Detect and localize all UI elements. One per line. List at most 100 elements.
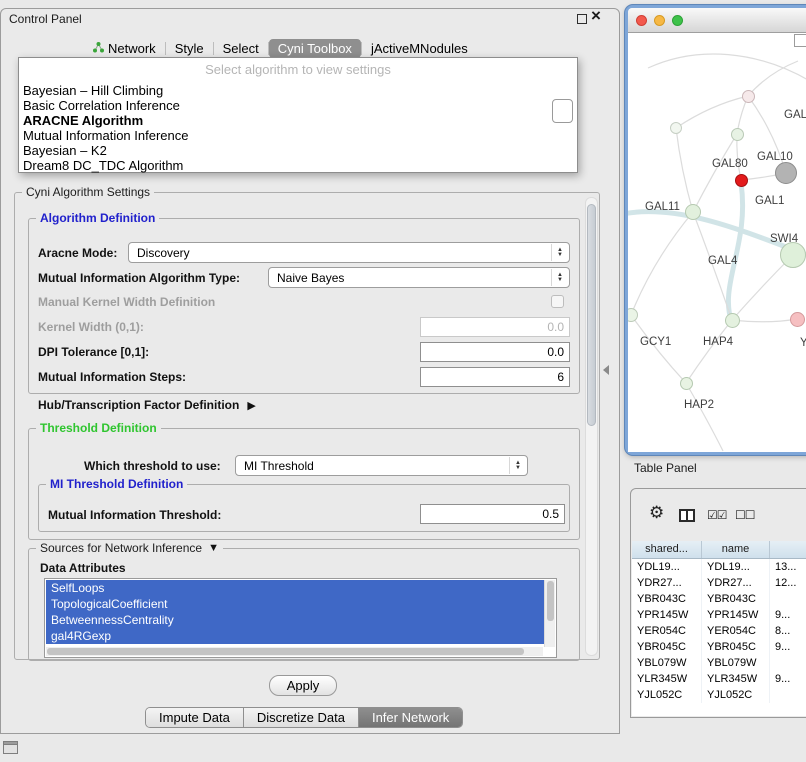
minimize-window-button[interactable] [654, 15, 665, 26]
attribute-item-selfloops[interactable]: SelfLoops [46, 580, 545, 596]
close-panel-icon[interactable]: × [591, 7, 601, 25]
table-cell: YER054C [702, 623, 770, 639]
dpi-tolerance-field[interactable] [420, 342, 570, 362]
attribute-item-topologicalcoefficient[interactable]: TopologicalCoefficient [46, 596, 545, 612]
algorithm-option-dream8-dc-tdc-algorithm[interactable]: Dream8 DC_TDC Algorithm [19, 158, 577, 173]
network-node[interactable] [731, 128, 744, 141]
mi-algorithm-type-label: Mutual Information Algorithm Type: [38, 271, 240, 286]
manual-kernel-width-checkbox[interactable] [551, 295, 564, 308]
close-window-button[interactable] [636, 15, 647, 26]
table-row[interactable]: YBR043CYBR043C [632, 591, 806, 607]
hub-definition-section[interactable]: Hub/Transcription Factor Definition ▶ [38, 398, 256, 413]
table-row[interactable]: YPR145WYPR145W9... [632, 607, 806, 623]
scrollbar-thumb[interactable] [547, 581, 554, 621]
table-row[interactable]: YBL079WYBL079W [632, 655, 806, 671]
table-cell [770, 655, 806, 671]
settings-group-title: Cyni Algorithm Settings [22, 185, 154, 199]
network-window-titlebar[interactable] [628, 8, 806, 33]
bottom-tab-impute-data[interactable]: Impute Data [146, 708, 243, 727]
list-horizontal-scrollbar[interactable] [46, 647, 543, 656]
table-row[interactable]: YLR345WYLR345W9... [632, 671, 806, 687]
zoom-window-button[interactable] [672, 15, 683, 26]
table-cell: YJL052C [702, 687, 770, 703]
red-node-gal10[interactable] [735, 174, 748, 187]
float-panel-button[interactable] [577, 14, 587, 24]
list-vertical-scrollbar[interactable] [544, 580, 555, 647]
network-node[interactable] [680, 377, 693, 390]
bottom-tab-infer-network[interactable]: Infer Network [358, 708, 462, 727]
table-row[interactable]: YDR27...YDR27...12... [632, 575, 806, 591]
kernel-width-field[interactable] [420, 317, 570, 337]
columns-icon[interactable] [679, 509, 695, 522]
expand-arrow-icon[interactable]: ▶ [247, 399, 255, 412]
tab-select[interactable]: Select [214, 39, 268, 58]
network-node[interactable] [780, 242, 806, 268]
table-cell: YLR345W [702, 671, 770, 687]
algorithm-option-basic-correlation-inference[interactable]: Basic Correlation Inference [19, 98, 577, 113]
pink-node[interactable] [790, 312, 805, 327]
which-threshold-select[interactable]: MI Threshold ▲▼ [235, 455, 528, 476]
node-label-swi4: SWI4 [770, 233, 798, 245]
scrollbar-thumb[interactable] [587, 204, 596, 426]
algorithm-option-bayesian-hill-climbing[interactable]: Bayesian – Hill Climbing [19, 83, 577, 98]
data-attributes-list-items: SelfLoopsTopologicalCoefficientBetweenne… [46, 580, 545, 644]
algorithm-option-bayesian-k2[interactable]: Bayesian – K2 [19, 143, 577, 158]
tab-style[interactable]: Style [166, 39, 213, 58]
table-cell [770, 591, 806, 607]
mi-steps-label: Mutual Information Steps: [38, 370, 186, 385]
aracne-mode-label: Aracne Mode: [38, 246, 117, 261]
bottom-tab-discretize-data[interactable]: Discretize Data [243, 708, 358, 727]
gray-node[interactable] [775, 162, 797, 184]
table-row[interactable]: YDL19...YDL19...13... [632, 559, 806, 575]
table-cell: YBR043C [632, 591, 702, 607]
settings-scrollbar[interactable] [585, 197, 598, 656]
aracne-mode-select[interactable]: Discovery ▲▼ [128, 242, 570, 263]
network-node[interactable] [685, 204, 701, 220]
table-row[interactable]: YJL052CYJL052C [632, 687, 806, 703]
attribute-item-betweennesscentrality[interactable]: BetweennessCentrality [46, 612, 545, 628]
table-row[interactable]: YBR045CYBR045C9... [632, 639, 806, 655]
hide-columns-icon[interactable]: ☐☐ [735, 508, 755, 522]
algorithm-option-mutual-information-inference[interactable]: Mutual Information Inference [19, 128, 577, 143]
table-cell: YBL079W [632, 655, 702, 671]
panel-splitter-handle[interactable] [603, 365, 609, 375]
mi-steps-field[interactable] [420, 367, 570, 387]
gear-icon[interactable]: ⚙ [649, 504, 664, 522]
tab-network[interactable]: Network [84, 39, 165, 58]
algorithm-options: Bayesian – Hill ClimbingBasic Correlatio… [19, 83, 577, 173]
algorithm-dropdown-popup: Select algorithm to view settings Bayesi… [18, 57, 578, 173]
algorithm-placeholder: Select algorithm to view settings [19, 58, 577, 83]
sources-group-title[interactable]: Sources for Network Inference ▼ [36, 541, 223, 555]
column-header-0[interactable]: shared... [632, 541, 702, 558]
scrollbar-thumb[interactable] [47, 648, 524, 655]
network-canvas[interactable]: GALGAL80GAL10GAL11GAL1SWI4GAL4GCY1HAP4YH… [628, 33, 806, 452]
table-cell: YDR27... [702, 575, 770, 591]
column-header-1[interactable]: name [702, 541, 770, 558]
mi-threshold-field[interactable] [420, 504, 565, 524]
algorithm-option-aracne-algorithm[interactable]: ARACNE Algorithm [19, 113, 577, 128]
table-cell: YLR345W [632, 671, 702, 687]
network-node[interactable] [725, 313, 740, 328]
collapse-arrow-icon[interactable]: ▼ [208, 542, 219, 554]
tab-jactivemnodules[interactable]: jActiveMNodules [362, 39, 477, 58]
table-cell: YDR27... [632, 575, 702, 591]
network-node[interactable] [742, 90, 755, 103]
threshold-definition-title: Threshold Definition [36, 421, 161, 435]
apply-button[interactable]: Apply [269, 675, 337, 696]
panel-dock-icon[interactable] [3, 741, 18, 754]
node-label-gal1: GAL1 [755, 195, 784, 207]
node-label-gal11: GAL11 [645, 201, 680, 213]
tab-cyni-toolbox[interactable]: Cyni Toolbox [269, 39, 361, 58]
which-threshold-label: Which threshold to use: [84, 459, 221, 474]
network-node[interactable] [670, 122, 682, 134]
node-label-gal: GAL [784, 109, 806, 121]
data-attributes-list[interactable]: SelfLoopsTopologicalCoefficientBetweenne… [44, 578, 557, 658]
column-header-2[interactable] [770, 541, 806, 558]
mi-algorithm-type-select[interactable]: Naive Bayes ▲▼ [268, 267, 570, 288]
algorithm-definition-title: Algorithm Definition [36, 211, 159, 225]
node-label-hap2: HAP2 [684, 399, 714, 411]
attribute-item-gal4rgexp[interactable]: gal4RGexp [46, 628, 545, 644]
table-row[interactable]: YER054CYER054C8... [632, 623, 806, 639]
node-label-gal10: GAL10 [757, 151, 793, 163]
show-columns-icon[interactable]: ☑☑ [707, 508, 727, 522]
